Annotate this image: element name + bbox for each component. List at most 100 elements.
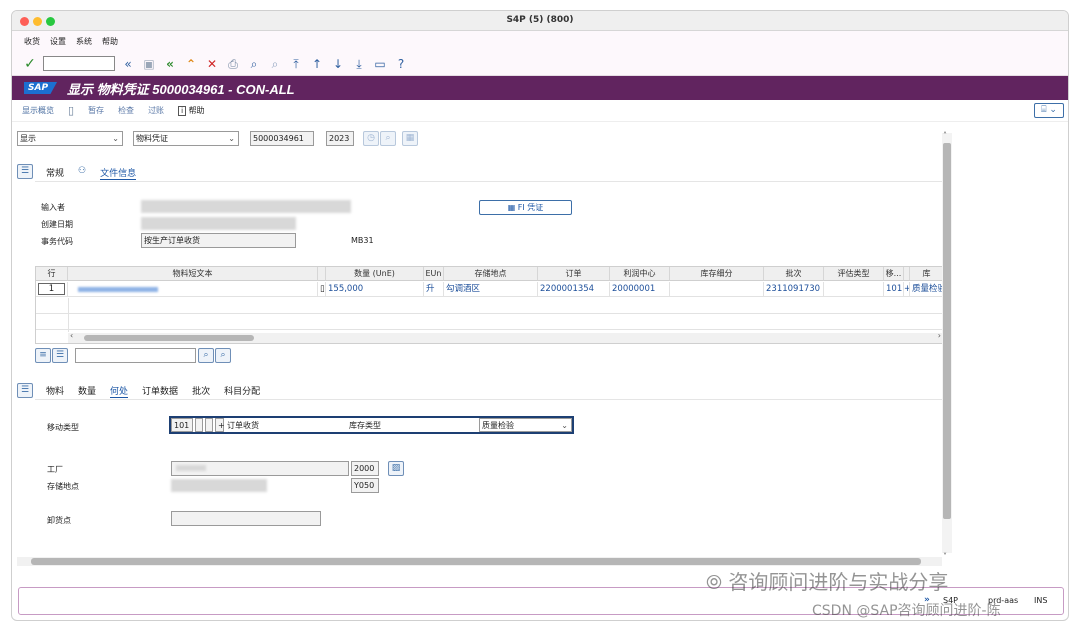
image-icon[interactable]: ▨ — [388, 461, 404, 476]
tab-quantity[interactable]: 数量 — [78, 384, 96, 398]
col-material-text[interactable]: 物料短文本 — [68, 267, 318, 281]
row-movement[interactable]: 101 — [884, 282, 904, 297]
grid-horizontal-scrollbar[interactable]: ‹ › — [68, 331, 943, 343]
col-batch[interactable]: 批次 — [764, 267, 824, 281]
cancel-icon[interactable]: ✕ — [204, 56, 220, 72]
tab-batch[interactable]: 批次 — [192, 384, 210, 398]
main-horizontal-scrollbar[interactable] — [17, 557, 942, 566]
clock-icon[interactable]: ◷ — [363, 131, 379, 146]
horizontal-scroll-thumb[interactable] — [31, 558, 921, 565]
main-vertical-scrollbar[interactable]: ˄ ˅ — [942, 131, 952, 561]
back-icon[interactable]: « — [162, 56, 178, 72]
table-icon[interactable]: ▦ — [402, 131, 418, 146]
exit-icon[interactable]: ⌃ — [183, 56, 199, 72]
find-icon[interactable]: ⌕ — [246, 56, 262, 72]
check-button[interactable]: 检查 — [118, 105, 134, 116]
collapse-header-icon[interactable]: ☰ — [17, 164, 33, 179]
stock-type-select[interactable]: 质量检验 ⌄ — [479, 418, 572, 432]
grid-search-input[interactable] — [75, 348, 196, 363]
menu-settings[interactable]: 设置 — [50, 36, 66, 47]
row-quantity[interactable]: 155,000 — [326, 282, 424, 297]
row-valuation-type[interactable] — [824, 282, 884, 297]
movement-type-spacer-1 — [195, 418, 203, 432]
chevron-right-icon[interactable]: › — [938, 331, 941, 340]
first-page-icon[interactable]: ⤒ — [288, 56, 304, 72]
row-stock-segment[interactable] — [670, 282, 764, 297]
last-page-icon[interactable]: ⤓ — [351, 56, 367, 72]
col-unit[interactable]: EUn — [424, 267, 444, 281]
row-stock-type[interactable]: 质量检验 — [910, 282, 944, 297]
row-batch[interactable]: 2311091730 — [764, 282, 824, 297]
row-line-cell[interactable]: 1 — [36, 282, 68, 297]
search-icon[interactable]: ⌕ — [380, 131, 396, 146]
col-valuation-type[interactable]: 评估类型 — [824, 267, 884, 281]
scroll-thumb[interactable] — [84, 335, 254, 341]
menu-help[interactable]: 帮助 — [102, 36, 118, 47]
tab-account-assignment[interactable]: 科目分配 — [224, 384, 260, 398]
movement-type-code[interactable]: 101 — [171, 418, 193, 432]
find-next-icon[interactable]: ⌕ — [267, 56, 283, 72]
checkmark-icon[interactable]: ✓ — [22, 56, 38, 72]
material-text-redacted — [78, 287, 158, 292]
document-icon[interactable]: ▯ — [68, 104, 74, 117]
tab-doc-info[interactable]: 文件信息 — [100, 166, 137, 180]
reference-value: 物料凭证 — [136, 134, 168, 143]
menu-goods-receipt[interactable]: 收货 — [24, 36, 40, 47]
col-quantity[interactable]: 数量 (UnE) — [326, 267, 424, 281]
document-year-field[interactable]: 2023 — [326, 131, 354, 146]
search-icon[interactable]: ⌕ — [198, 348, 214, 363]
fi-document-button[interactable]: ▦ FI 凭证 — [479, 200, 572, 215]
row-order[interactable]: 2200001354 — [538, 282, 610, 297]
sap-window: S4P (5) (800) 收货 设置 系统 帮助 ✓ « ▣ « ⌃ ✕ ⎙ … — [11, 10, 1069, 621]
col-stock-segment[interactable]: 库存细分 — [670, 267, 764, 281]
col-storage-location[interactable]: 存储地点 — [444, 267, 538, 281]
col-line[interactable]: 行 — [36, 267, 68, 281]
tab-general[interactable]: 常规 — [46, 166, 64, 180]
row-unit[interactable]: 升 — [424, 282, 444, 297]
storage-location-code-field[interactable]: Y050 — [351, 478, 379, 493]
col-profit-center[interactable]: 利润中心 — [610, 267, 670, 281]
deselect-all-icon[interactable]: ☰ — [52, 348, 68, 363]
select-all-icon[interactable]: ≡ — [35, 348, 51, 363]
collapse-item-icon[interactable]: ☰ — [17, 383, 33, 398]
post-button[interactable]: 过账 — [148, 105, 164, 116]
row-divider — [68, 298, 69, 332]
chevron-down-icon[interactable]: ˅ — [943, 552, 947, 561]
tab-where[interactable]: 何处 — [110, 384, 129, 398]
new-session-icon[interactable]: ▭ — [372, 56, 388, 72]
stock-type-label: 库存类型 — [349, 421, 381, 430]
command-field[interactable] — [43, 56, 115, 71]
col-stock-type[interactable]: 库 — [910, 267, 944, 281]
reference-select[interactable]: 物料凭证 ⌄ — [133, 131, 239, 146]
document-number-field[interactable]: 5000034961 — [250, 131, 314, 146]
action-select[interactable]: 显示 ⌄ — [17, 131, 123, 146]
help-button[interactable]: i 帮助 — [178, 105, 205, 116]
users-icon[interactable]: ⚇ — [78, 166, 86, 180]
plant-code-field[interactable]: 2000 — [351, 461, 379, 476]
help-icon[interactable]: ? — [393, 56, 409, 72]
tab-material[interactable]: 物料 — [46, 384, 64, 398]
next-page-icon[interactable]: ↓ — [330, 56, 346, 72]
previous-page-icon[interactable]: ↑ — [309, 56, 325, 72]
menu-bar: 收货 设置 系统 帮助 — [12, 31, 1068, 52]
row-profit-center[interactable]: 20000001 — [610, 282, 670, 297]
chevron-up-icon[interactable]: ˄ — [943, 131, 947, 140]
save-icon[interactable]: ▣ — [141, 56, 157, 72]
empty-rows — [36, 298, 943, 332]
dropdown-history-icon[interactable]: « — [120, 56, 136, 72]
search-next-icon[interactable]: ⌕ — [215, 348, 231, 363]
tab-order-data[interactable]: 订单数据 — [142, 384, 178, 398]
chevron-left-icon[interactable]: ‹ — [70, 331, 73, 340]
layout-menu-button[interactable]: ⌸ ⌄ — [1034, 103, 1064, 118]
vertical-scroll-thumb[interactable] — [943, 143, 951, 519]
hold-button[interactable]: 暂存 — [88, 105, 104, 116]
row-storage-location[interactable]: 勾调酒区 — [444, 282, 538, 297]
overview-button[interactable]: 显示概览 — [22, 105, 54, 116]
row-material-text[interactable] — [68, 282, 318, 297]
print-icon[interactable]: ⎙ — [225, 56, 241, 72]
col-order[interactable]: 订单 — [538, 267, 610, 281]
menu-system[interactable]: 系统 — [76, 36, 92, 47]
col-marker[interactable] — [318, 267, 326, 281]
unloading-point-field[interactable] — [171, 511, 321, 526]
col-movement[interactable]: 移... — [884, 267, 904, 281]
